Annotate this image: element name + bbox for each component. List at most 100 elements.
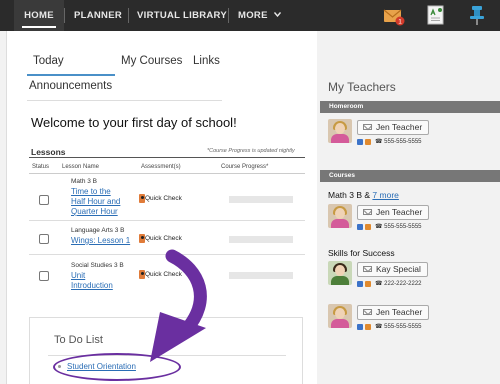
homeroom-section-bar: Homeroom [320, 101, 500, 113]
course-label: Math 3 B & 7 more [328, 190, 399, 200]
lesson-link-line: Unit [71, 271, 86, 280]
mail-icon[interactable]: 1 [383, 4, 405, 26]
quick-check-link[interactable]: Quick Check [145, 235, 182, 242]
lesson-link-line: Quarter Hour [71, 207, 118, 216]
nav-more[interactable]: MORE [238, 0, 281, 31]
quick-check-link[interactable]: Quick Check [145, 195, 182, 202]
column-header-lesson-name: Lesson Name [62, 164, 100, 170]
lesson-link[interactable]: Time to the Half Hour and Quarter Hour [71, 187, 120, 217]
teacher-phone: ☎ 555-555-5555 [375, 324, 422, 330]
teacher-phone: ☎ 555-555-5555 [375, 139, 422, 145]
teacher-name: Jen Teacher [376, 307, 423, 317]
chevron-down-icon [273, 12, 281, 18]
status-checkbox[interactable] [39, 271, 49, 281]
nav-planner[interactable]: PLANNER [74, 0, 122, 31]
lesson-link[interactable]: Wings: Lesson 1 [71, 236, 130, 246]
teacher-card: Kay Special ☎ 222-222-2222 [328, 261, 498, 291]
tab-my-courses[interactable]: My Courses [121, 55, 182, 67]
mail-icon [363, 309, 372, 315]
teacher-card: Jen Teacher ☎ 555-555-5555 [328, 204, 498, 234]
lesson-row: Math 3 B Time to the Half Hour and Quart… [29, 174, 305, 221]
today-panel: Today My Courses Links Announcements Wel… [6, 31, 317, 384]
quick-check-link[interactable]: Quick Check [145, 271, 182, 278]
mail-badge: 1 [398, 18, 402, 25]
tab-divider [27, 100, 222, 101]
phone-number: 555-555-5555 [384, 224, 422, 230]
course-label-text: Skills for Success [328, 248, 395, 258]
nav-home[interactable]: HOME [14, 0, 64, 31]
message-teacher-button[interactable]: Jen Teacher [357, 120, 430, 135]
course-label: Skills for Success [328, 248, 395, 258]
lesson-link-line: Wings: Lesson 1 [71, 236, 131, 245]
lesson-link[interactable]: Unit Introduction [71, 271, 113, 291]
grade-report-icon[interactable] [425, 4, 447, 26]
rss-icon[interactable] [365, 281, 371, 287]
tab-announcements[interactable]: Announcements [29, 80, 112, 92]
welcome-heading: Welcome to your first day of school! [31, 115, 237, 130]
teacher-phone: ☎ 555-555-5555 [375, 224, 422, 230]
nav-virtual-library[interactable]: VIRTUAL LIBRARY [137, 0, 227, 31]
lesson-link-line: Time to the [71, 187, 111, 196]
course-progress-bar [229, 272, 293, 279]
message-teacher-button[interactable]: Kay Special [357, 262, 428, 277]
progress-note: *Course Progress is updated nightly [207, 148, 295, 154]
lesson-link-line: Introduction [71, 281, 113, 290]
mail-icon [363, 124, 372, 130]
avatar [328, 261, 352, 285]
phone-number: 555-555-5555 [384, 139, 422, 145]
teacher-card: Jen Teacher ☎ 555-555-5555 [328, 304, 498, 334]
mail-icon [363, 209, 372, 215]
course-name: Social Studies 3 B [71, 262, 124, 269]
courses-section-bar: Courses [320, 170, 500, 182]
more-courses-link[interactable]: 7 more [372, 190, 398, 200]
profile-icon[interactable] [357, 139, 363, 145]
lesson-row: Social Studies 3 B Unit Introduction Qui… [29, 255, 305, 297]
top-nav: HOME PLANNER VIRTUAL LIBRARY MORE 1 [0, 0, 500, 31]
todo-list-heading: To Do List [54, 334, 103, 346]
lessons-divider [29, 157, 305, 158]
rss-icon[interactable] [365, 139, 371, 145]
profile-icon[interactable] [357, 224, 363, 230]
nav-more-label: MORE [238, 10, 268, 21]
teacher-card: Jen Teacher ☎ 555-555-5555 [328, 119, 498, 149]
teacher-name: Kay Special [376, 264, 421, 274]
mail-icon [363, 266, 372, 272]
lesson-link-line: Half Hour and [71, 197, 121, 206]
lesson-row: Language Arts 3 B Wings: Lesson 1 Quick … [29, 221, 305, 255]
phone-number: 555-555-5555 [384, 324, 422, 330]
pin-icon[interactable] [466, 4, 488, 26]
column-header-course-progress: Course Progress* [221, 164, 269, 170]
course-name: Math 3 B [71, 178, 98, 185]
status-checkbox[interactable] [39, 234, 49, 244]
course-name: Language Arts 3 B [71, 227, 125, 234]
avatar [328, 119, 352, 143]
teacher-name: Jen Teacher [376, 207, 423, 217]
column-header-assessments: Assessment(s) [141, 164, 181, 170]
profile-icon[interactable] [357, 324, 363, 330]
tab-today[interactable]: Today [27, 55, 115, 76]
phone-number: 222-222-2222 [384, 281, 422, 287]
status-checkbox[interactable] [39, 195, 49, 205]
course-label-text: Math 3 B & [328, 190, 373, 200]
my-teachers-panel: My Teachers Homeroom Jen Teacher ☎ 555-5… [317, 31, 500, 384]
course-progress-bar [229, 196, 293, 203]
message-teacher-button[interactable]: Jen Teacher [357, 205, 430, 220]
course-progress-bar [229, 236, 293, 243]
nav-divider [228, 8, 229, 23]
rss-icon[interactable] [365, 224, 371, 230]
nav-divider [64, 8, 65, 23]
avatar [328, 204, 352, 228]
rss-icon[interactable] [365, 324, 371, 330]
teacher-phone: ☎ 222-222-2222 [375, 281, 422, 287]
column-header-status: Status [32, 164, 50, 170]
my-teachers-heading: My Teachers [328, 80, 396, 94]
todo-list-panel: To Do List Student Orientation [29, 317, 303, 384]
lessons-heading: Lessons [31, 147, 66, 157]
tab-links[interactable]: Links [193, 55, 220, 67]
profile-icon[interactable] [357, 281, 363, 287]
avatar [328, 304, 352, 328]
teacher-name: Jen Teacher [376, 122, 423, 132]
highlight-ellipse [53, 353, 181, 381]
message-teacher-button[interactable]: Jen Teacher [357, 305, 430, 320]
nav-divider [128, 8, 129, 23]
